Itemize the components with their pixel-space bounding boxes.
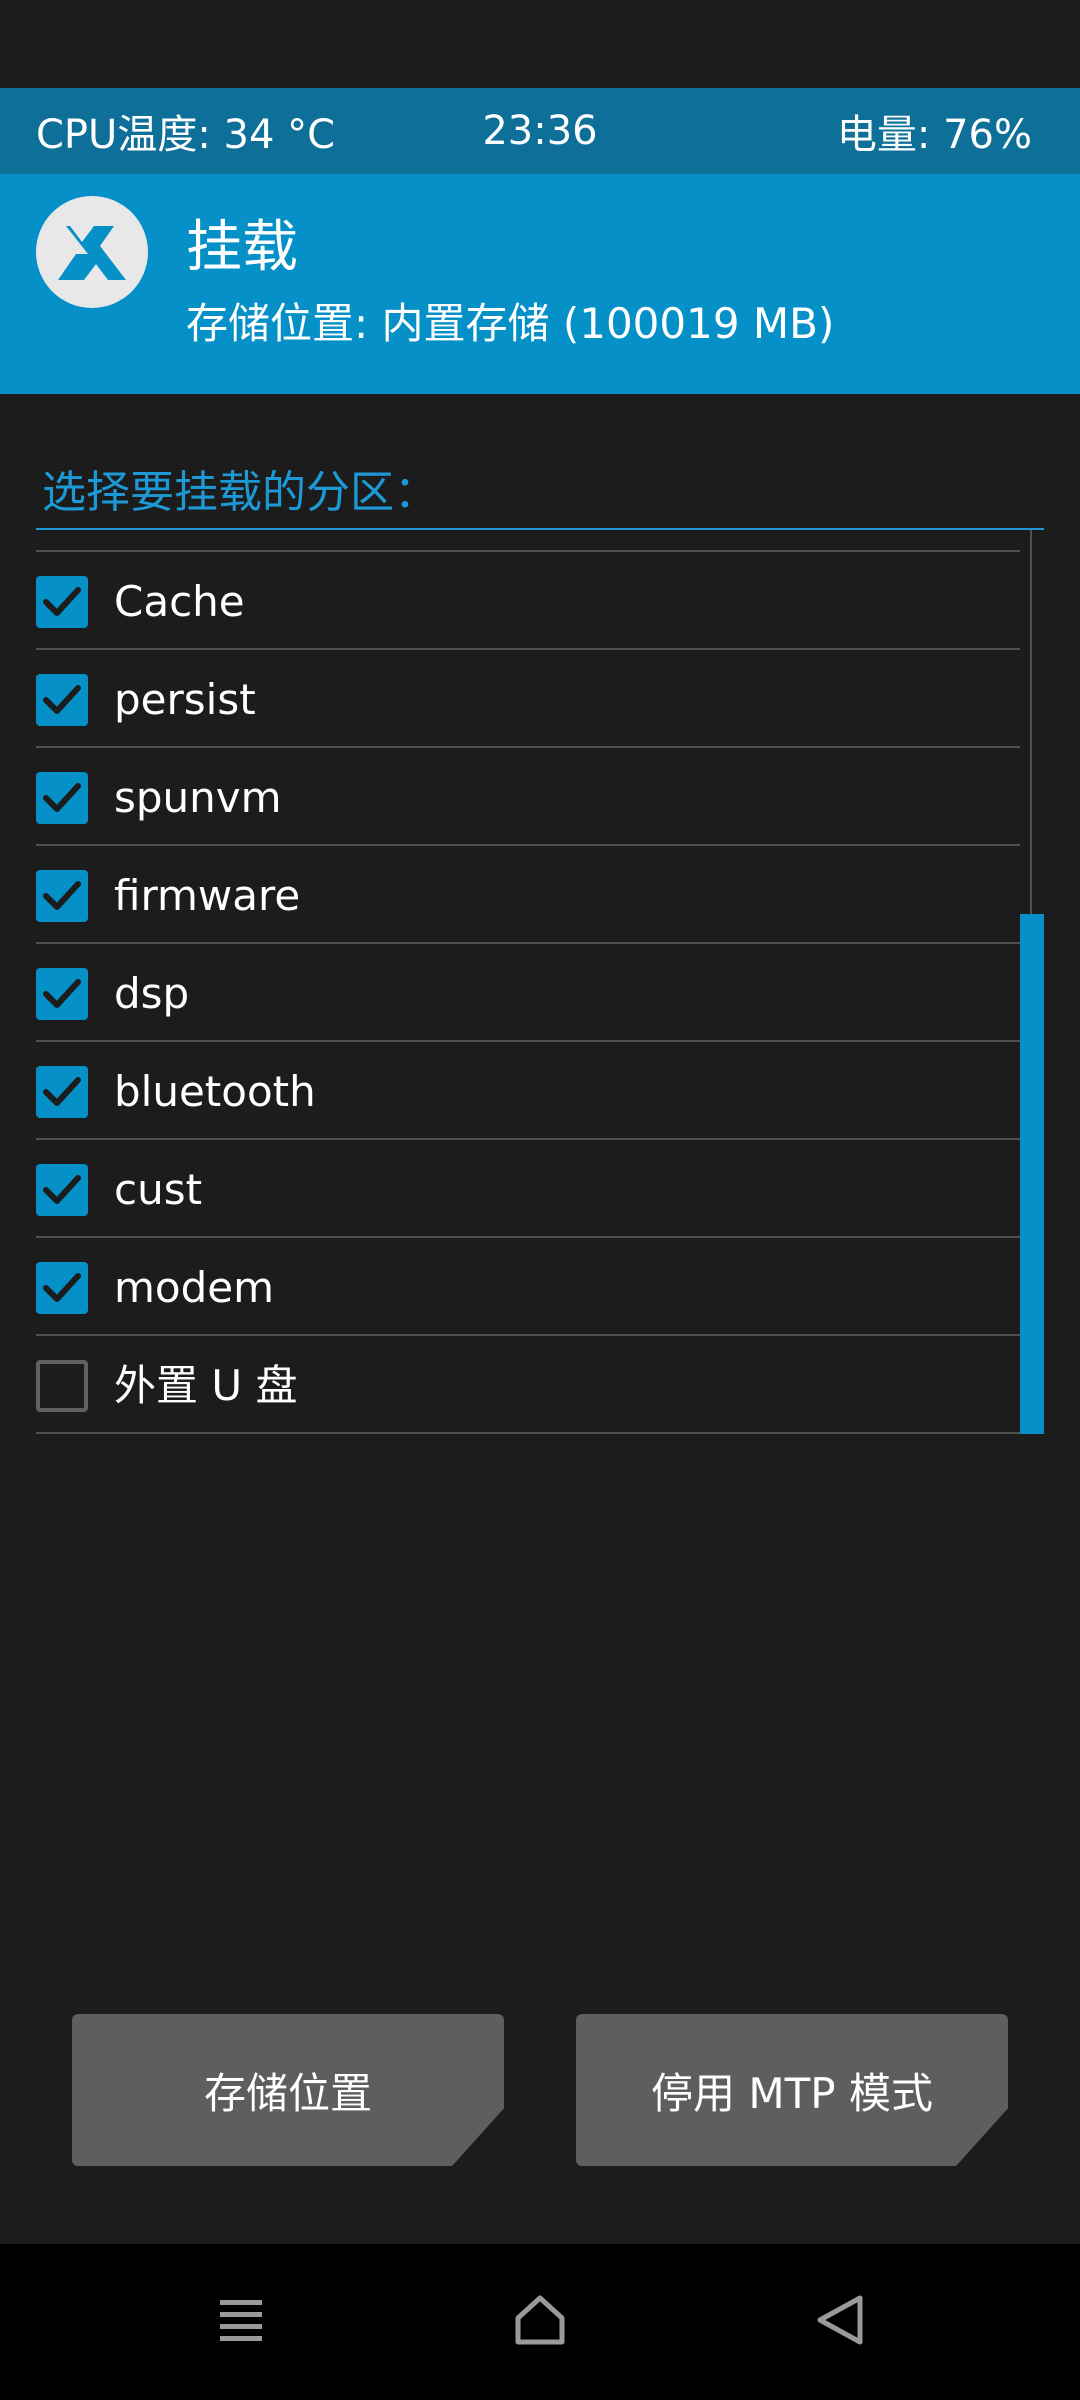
prompt-divider [36,528,1044,530]
partition-row[interactable]: modem [36,1238,1020,1336]
top-blank-bar [0,0,1080,88]
partition-row[interactable]: spunvm [36,748,1020,846]
navigation-bar [0,2244,1080,2400]
partition-label: modem [114,1263,275,1312]
partition-row[interactable]: cust [36,1140,1020,1238]
checkbox-checked[interactable] [36,1262,88,1314]
checkbox-checked[interactable] [36,1164,88,1216]
checkbox-checked[interactable] [36,870,88,922]
checkmark-icon [43,979,81,1008]
page-header: 挂载 存储位置: 内置存储 (100019 MB) [0,174,1080,394]
checkbox-checked[interactable] [36,968,88,1020]
disable-mtp-button[interactable]: 停用 MTP 模式 [576,2014,1008,2166]
checkmark-icon [43,1273,81,1302]
checkmark-icon [43,783,81,812]
checkmark-icon [43,587,81,616]
checkmark-icon [43,1077,81,1106]
scrollbar-track[interactable] [1030,530,1032,915]
partition-label: firmware [114,871,301,920]
partition-label: cust [114,1165,203,1214]
checkbox-checked[interactable] [36,772,88,824]
partition-row[interactable]: dsp [36,944,1020,1042]
partition-row[interactable]: firmware [36,846,1020,944]
checkmark-icon [43,881,81,910]
twrp-logo-icon [36,196,148,308]
storage-location-button[interactable]: 存储位置 [72,2014,504,2166]
battery-level: 电量: 76% [836,112,1032,158]
partition-row[interactable]: Cache [36,552,1020,650]
partition-label: persist [114,675,256,724]
checkbox-checked[interactable] [36,576,88,628]
scrollbar-thumb[interactable] [1020,914,1044,1434]
storage-location-text: 存储位置: 内置存储 (100019 MB) [186,299,835,348]
partition-row[interactable]: persist [36,650,1020,748]
partition-label: 外置 U 盘 [114,1361,298,1410]
checkmark-icon [43,685,81,714]
partition-row[interactable]: bluetooth [36,1042,1020,1140]
status-bar: CPU温度: 34 °C 23:36 电量: 76% [0,88,1080,174]
page-title: 挂载 [186,215,298,280]
partition-label: dsp [114,969,190,1018]
checkmark-icon [43,1175,81,1204]
partition-label: Cache [114,577,245,626]
menu-icon[interactable] [216,2292,266,2352]
partition-prompt: 选择要挂载的分区： [42,467,438,518]
checkbox-unchecked[interactable] [36,1360,88,1412]
partition-row[interactable]: 外置 U 盘 [36,1336,1020,1434]
home-icon[interactable] [512,2292,568,2352]
partition-label: spunvm [114,773,282,822]
partition-label: bluetooth [114,1067,316,1116]
back-icon[interactable] [812,2292,868,2352]
checkbox-checked[interactable] [36,674,88,726]
checkbox-checked[interactable] [36,1066,88,1118]
